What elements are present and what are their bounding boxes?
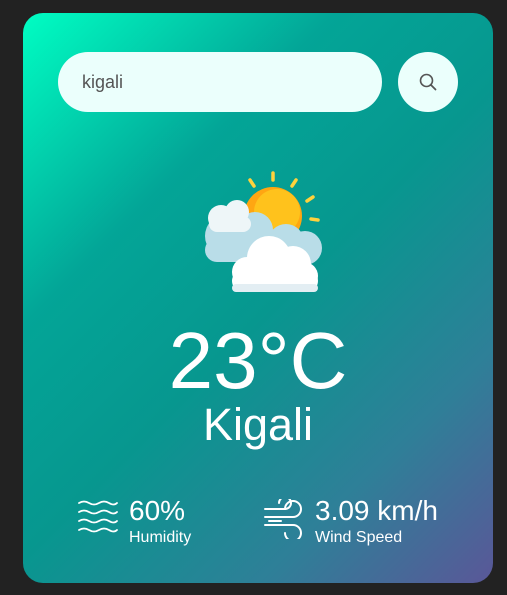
temperature: 23°C bbox=[168, 316, 348, 405]
wind-text: 3.09 km/h Wind Speed bbox=[315, 497, 438, 546]
wind-icon bbox=[264, 499, 302, 539]
humidity-text: 60% Humidity bbox=[129, 497, 191, 546]
partly-cloudy-icon bbox=[205, 171, 322, 292]
weather-card: 23°C Kigali 60% Humidity 3.09 km/h bbox=[23, 13, 493, 583]
wind-detail: 3.09 km/h Wind Speed bbox=[263, 497, 438, 546]
humidity-detail: 60% Humidity bbox=[77, 497, 191, 546]
humidity-waves-icon bbox=[78, 500, 118, 533]
search-icon bbox=[419, 73, 437, 91]
humidity-value: 60% bbox=[129, 495, 186, 526]
search-button[interactable] bbox=[398, 52, 458, 112]
wind-value: 3.09 km/h bbox=[315, 495, 438, 526]
wind-label: Wind Speed bbox=[315, 529, 403, 546]
search-input[interactable] bbox=[58, 52, 382, 112]
humidity-label: Humidity bbox=[129, 529, 192, 546]
city-name: Kigali bbox=[202, 399, 314, 450]
